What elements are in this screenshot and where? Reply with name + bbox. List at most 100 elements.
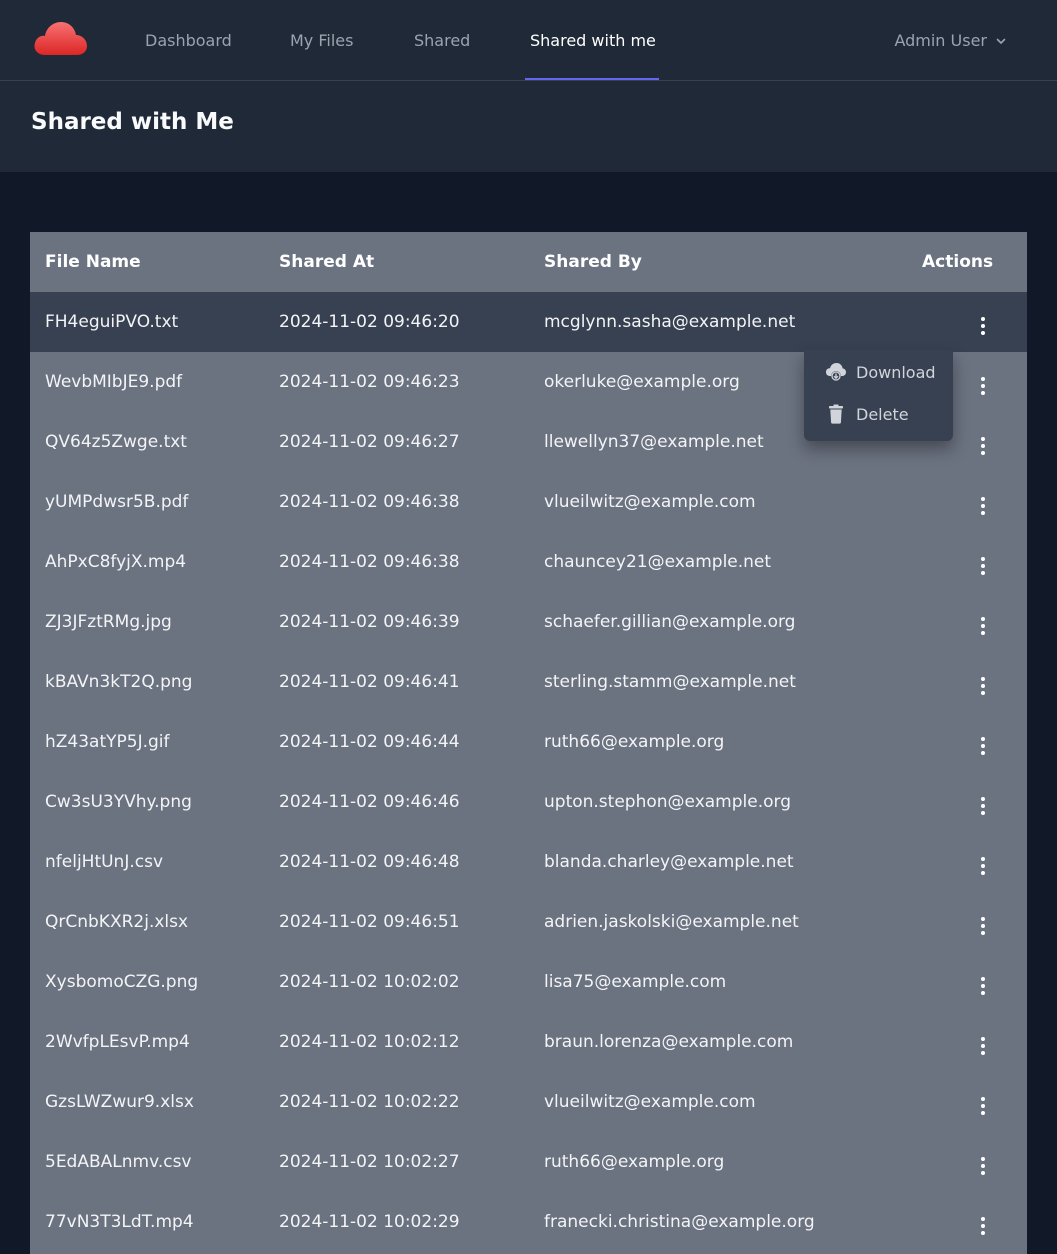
table-row[interactable]: GzsLWZwur9.xlsx 2024-11-02 10:02:22 vlueil…	[30, 1072, 1027, 1132]
file-name-cell: XysbomoCZG.png	[45, 972, 199, 992]
actions-cell	[893, 712, 1027, 772]
more-options-icon[interactable]	[973, 1154, 993, 1178]
kebab-dot	[981, 1097, 985, 1101]
kebab-dot	[981, 1104, 985, 1108]
shared-at-cell: 2024-11-02 09:46:48	[279, 852, 460, 872]
shared-at-cell: 2024-11-02 10:02:12	[279, 1032, 460, 1052]
more-options-icon[interactable]	[973, 374, 993, 398]
kebab-dot	[981, 684, 985, 688]
kebab-dot	[981, 1171, 985, 1175]
actions-cell	[893, 1072, 1027, 1132]
shared-at-cell: 2024-11-02 09:46:46	[279, 792, 460, 812]
kebab-dot	[981, 691, 985, 695]
shared-by-cell: vlueilwitz@example.com	[544, 492, 756, 512]
file-name-cell: WevbMIbJE9.pdf	[45, 372, 183, 392]
table-row[interactable]: AhPxC8fyjX.mp4 2024-11-02 09:46:38 chaunce…	[30, 532, 1027, 592]
table-row[interactable]: yUMPdwsr5B.pdf 2024-11-02 09:46:38 vlueilw…	[30, 472, 1027, 532]
kebab-dot	[981, 984, 985, 988]
shared-at-cell: 2024-11-02 10:02:29	[279, 1212, 460, 1232]
nav-shared-with-me[interactable]: Shared with me	[530, 0, 656, 81]
more-options-icon[interactable]	[973, 734, 993, 758]
file-name-cell: 77vN3T3LdT.mp4	[45, 1212, 194, 1232]
kebab-dot	[981, 317, 985, 321]
shared-by-cell: braun.lorenza@example.com	[544, 1032, 794, 1052]
kebab-dot	[981, 1231, 985, 1235]
actions-cell	[893, 952, 1027, 1012]
more-options-icon[interactable]	[973, 554, 993, 578]
file-name-cell: AhPxC8fyjX.mp4	[45, 552, 187, 572]
table-row[interactable]: 5EdABALnmv.csv 2024-11-02 10:02:27 ruth66@…	[30, 1132, 1027, 1192]
table-row[interactable]: ZJ3JFztRMg.jpg 2024-11-02 09:46:39 schaefe…	[30, 592, 1027, 652]
more-options-icon[interactable]	[973, 914, 993, 938]
more-options-icon[interactable]	[973, 1094, 993, 1118]
kebab-dot	[981, 324, 985, 328]
table-row[interactable]: hZ43atYP5J.gif 2024-11-02 09:46:44 ruth66@…	[30, 712, 1027, 772]
kebab-dot	[981, 1164, 985, 1168]
kebab-dot	[981, 557, 985, 561]
table-row[interactable]: 2WvfpLEsvP.mp4 2024-11-02 10:02:12 braun.l…	[30, 1012, 1027, 1072]
kebab-dot	[981, 871, 985, 875]
shared-at-cell: 2024-11-02 09:46:38	[279, 492, 460, 512]
more-options-icon[interactable]	[973, 314, 993, 338]
page-header: Shared with Me	[0, 81, 1057, 172]
nav-shared[interactable]: Shared	[414, 0, 470, 81]
delete-menu-item[interactable]: Delete	[804, 392, 953, 436]
shared-by-cell: chauncey21@example.net	[544, 552, 772, 572]
kebab-dot	[981, 857, 985, 861]
shared-at-cell: 2024-11-02 09:46:20	[279, 312, 460, 332]
more-options-icon[interactable]	[973, 674, 993, 698]
download-menu-item[interactable]: Download	[804, 350, 953, 394]
kebab-dot	[981, 811, 985, 815]
kebab-dot	[981, 437, 985, 441]
shared-at-cell: 2024-11-02 09:46:51	[279, 912, 460, 932]
kebab-dot	[981, 1044, 985, 1048]
kebab-dot	[981, 1051, 985, 1055]
table-row[interactable]: XysbomoCZG.png 2024-11-02 10:02:02 lisa75@…	[30, 952, 1027, 1012]
nav-my-files[interactable]: My Files	[290, 0, 353, 81]
kebab-dot	[981, 1224, 985, 1228]
delete-label: Delete	[856, 404, 909, 424]
user-menu[interactable]: Admin User	[894, 0, 1007, 81]
shared-at-cell: 2024-11-02 09:46:44	[279, 732, 460, 752]
cloud-logo-icon[interactable]	[33, 21, 88, 57]
file-name-cell: QrCnbKXR2j.xlsx	[45, 912, 189, 932]
shared-by-cell: adrien.jaskolski@example.net	[544, 912, 799, 932]
file-name-cell: kBAVn3kT2Q.png	[45, 672, 193, 692]
kebab-dot	[981, 917, 985, 921]
kebab-dot	[981, 924, 985, 928]
actions-cell	[893, 652, 1027, 712]
actions-cell	[893, 1192, 1027, 1252]
table-row[interactable]: 77vN3T3LdT.mp4 2024-11-02 10:02:29 franeck…	[30, 1192, 1027, 1252]
more-options-icon[interactable]	[973, 494, 993, 518]
file-name-cell: FH4eguiPVO.txt	[45, 312, 179, 332]
more-options-icon[interactable]	[973, 1034, 993, 1058]
kebab-dot	[981, 1157, 985, 1161]
more-options-icon[interactable]	[973, 854, 993, 878]
table-row[interactable]: kBAVn3kT2Q.png 2024-11-02 09:46:41 sterlin…	[30, 652, 1027, 712]
kebab-dot	[981, 931, 985, 935]
table-row[interactable]: nfeljHtUnJ.csv 2024-11-02 09:46:48 blanda.…	[30, 832, 1027, 892]
more-options-icon[interactable]	[973, 794, 993, 818]
nav-dashboard[interactable]: Dashboard	[145, 0, 232, 81]
more-options-icon[interactable]	[973, 614, 993, 638]
kebab-dot	[981, 677, 985, 681]
file-name-cell: yUMPdwsr5B.pdf	[45, 492, 189, 512]
page-title: Shared with Me	[31, 109, 234, 135]
trash-icon	[825, 403, 847, 425]
kebab-dot	[981, 624, 985, 628]
column-header-shared-at: Shared At	[279, 252, 375, 272]
kebab-dot	[981, 497, 985, 501]
table-row[interactable]: QrCnbKXR2j.xlsx 2024-11-02 09:46:51 adrien…	[30, 892, 1027, 952]
file-name-cell: 5EdABALnmv.csv	[45, 1152, 192, 1172]
table-row[interactable]: FH4eguiPVO.txt 2024-11-02 09:46:20 mcglynn…	[30, 292, 1027, 352]
chevron-down-icon	[996, 38, 1006, 44]
more-options-icon[interactable]	[973, 1214, 993, 1238]
more-options-icon[interactable]	[973, 974, 993, 998]
shared-by-cell: upton.stephon@example.org	[544, 792, 791, 812]
more-options-icon[interactable]	[973, 434, 993, 458]
kebab-dot	[981, 977, 985, 981]
kebab-dot	[981, 391, 985, 395]
table-row[interactable]: Cw3sU3YVhy.png 2024-11-02 09:46:46 upton.s…	[30, 772, 1027, 832]
actions-cell	[893, 1132, 1027, 1192]
shared-by-cell: vlueilwitz@example.com	[544, 1092, 756, 1112]
